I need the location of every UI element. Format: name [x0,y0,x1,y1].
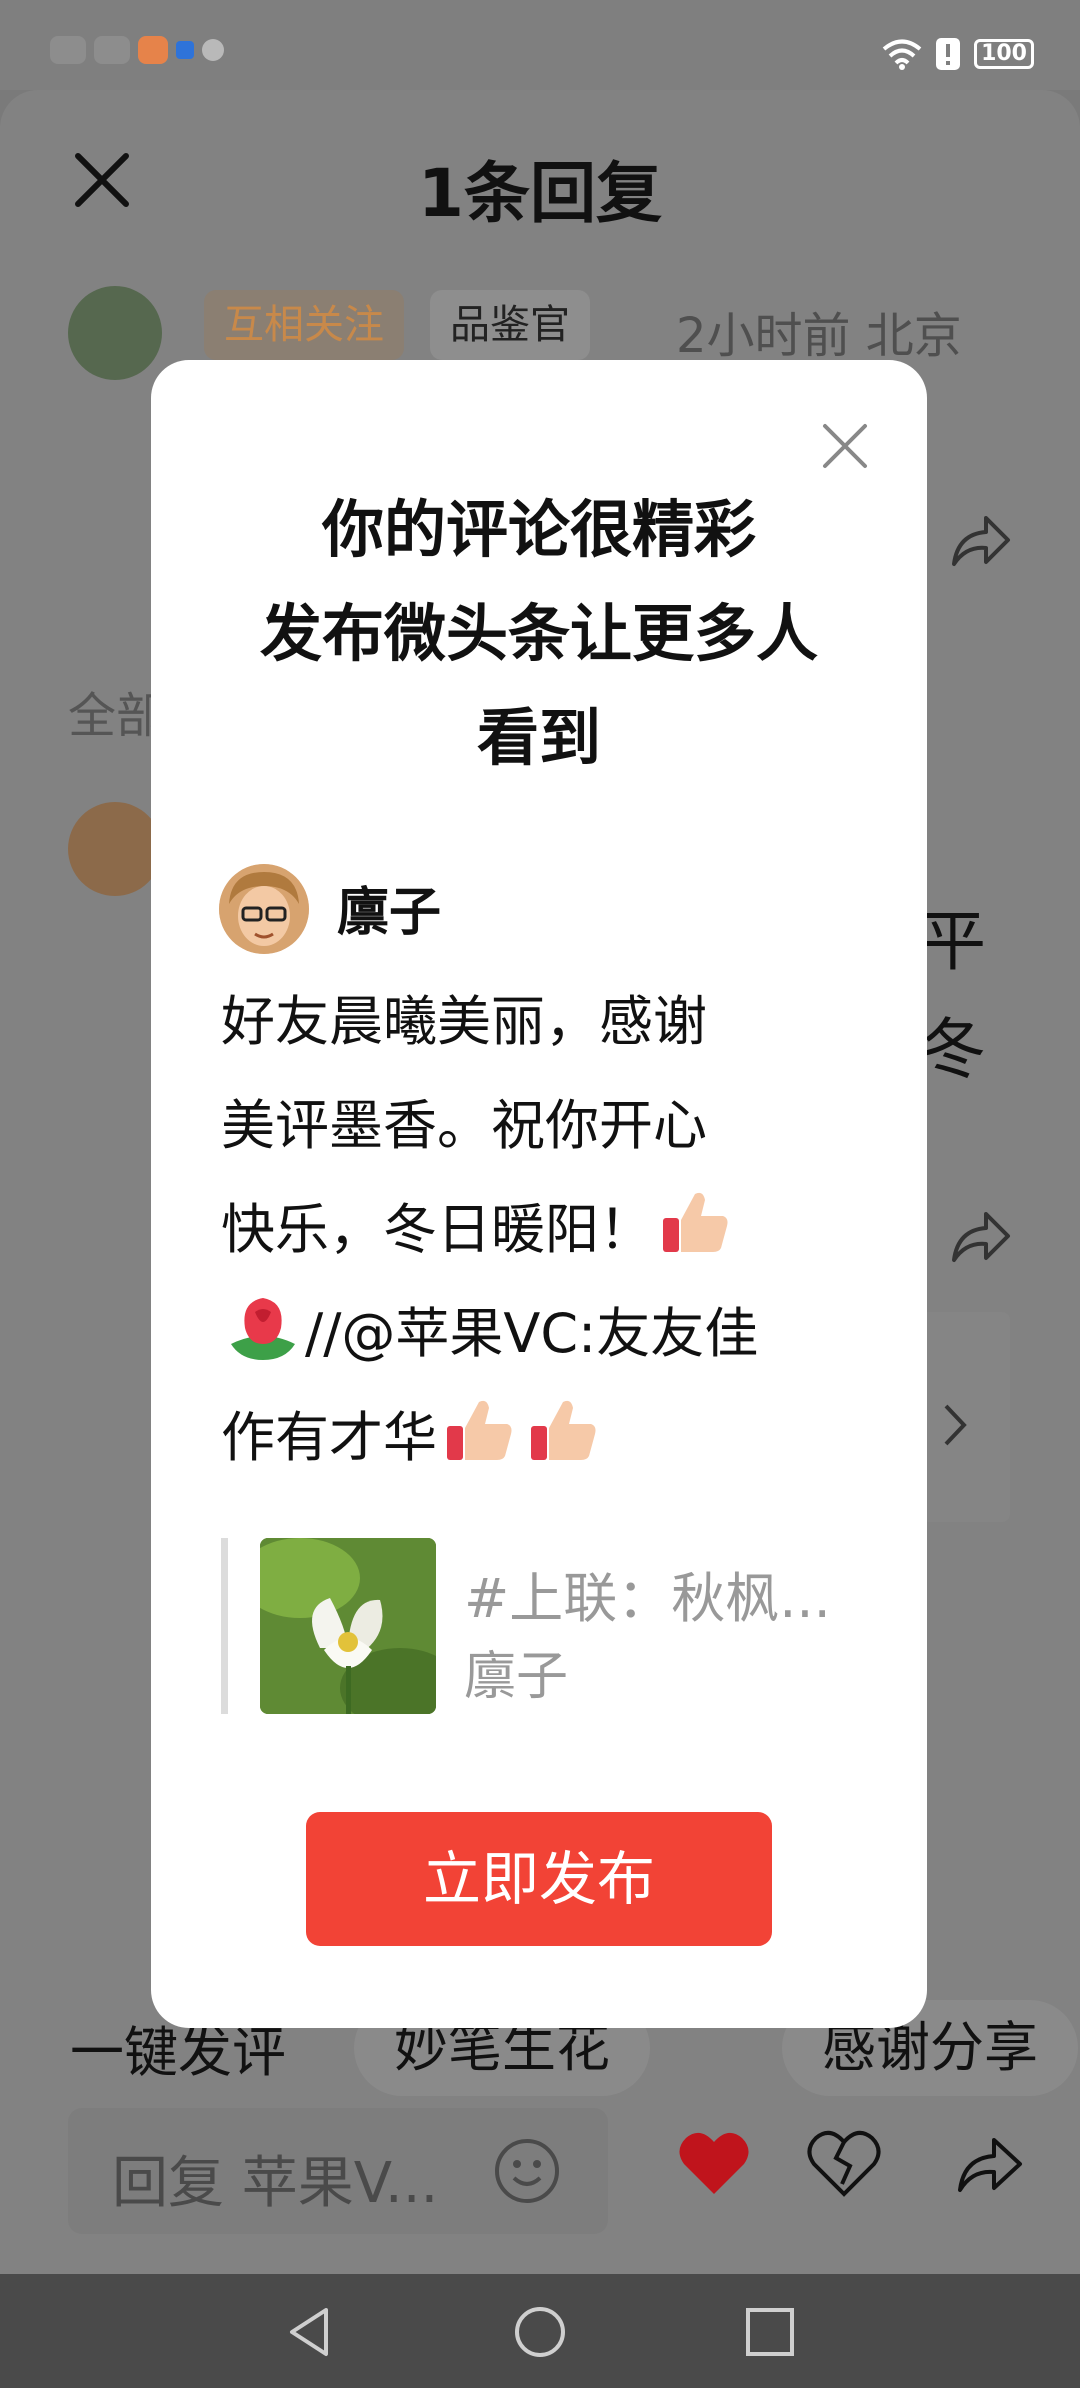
title-line: 看到 [476,701,601,774]
system-navigation-bar [0,2274,1080,2388]
post-text: //@苹果VC:友友佳 [305,1302,759,1365]
quoted-title: #上联：秋枫... [464,1567,831,1630]
recent-apps-icon[interactable] [742,2304,798,2360]
mutual-follow-badge: 互相关注 [204,290,404,360]
post-line: 美评墨香。祝你开心 [221,1094,707,1157]
quoted-author: 廪子 [464,1647,569,1707]
reply-bar: 回复 苹果V... [0,2100,1080,2274]
notification-icon [50,36,86,64]
publish-prompt-dialog: 你的评论很精彩 发布微头条让更多人 看到 廪子 好友晨曦美丽，感谢 美评墨香。祝… [151,360,927,2028]
notification-icons [50,36,224,64]
dialog-title: 你的评论很精彩 发布微头条让更多人 看到 [151,478,927,790]
reply-input[interactable]: 回复 苹果V... [68,2108,608,2234]
post-text: 作有才华 [221,1406,437,1469]
comment-fragment: 冬 [920,1011,986,1088]
post-line: 作有才华 [221,1386,841,1490]
all-comments-label: 全部 [68,688,165,744]
thumbs-up-icon [447,1400,512,1460]
post-meta: 2小时前 北京 [676,308,962,364]
rose-icon [231,1298,295,1360]
home-icon[interactable] [512,2304,568,2360]
avatar-portrait [219,864,309,954]
title-line: 你的评论很精彩 [321,493,756,566]
alert-icon [936,38,961,70]
lotus-image [260,1538,436,1714]
expert-badge: 品鉴官 [430,290,590,360]
heart-icon[interactable] [676,2128,752,2198]
notification-icon [94,36,130,64]
app-notification-icon [138,36,168,64]
page-title: 1条回复 [418,155,662,232]
author-name: 廪子 [337,883,442,943]
chevron-right-icon [944,1404,967,1446]
close-icon[interactable] [819,420,871,472]
comment-fragment: 平 [920,903,986,980]
avatar [219,864,309,954]
reply-placeholder: 回复 苹果V... [112,2151,439,2216]
back-icon[interactable] [282,2304,338,2360]
avatar[interactable] [68,802,162,896]
share-icon[interactable] [950,2128,1026,2198]
quoted-post[interactable]: #上联：秋枫... 廪子 [221,1538,841,1714]
app-notification-icon [202,39,224,61]
status-bar: 100 [0,0,1080,90]
smile-icon[interactable] [492,2136,562,2206]
lotus-thumbnail [260,1538,436,1714]
share-icon[interactable] [944,1202,1014,1272]
share-icon[interactable] [944,506,1014,576]
post-line: 快乐，冬日暖阳！ [221,1178,841,1282]
post-text: 快乐，冬日暖阳！ [221,1198,653,1261]
wifi-icon [882,39,922,70]
battery-indicator: 100 [974,39,1034,69]
app-notification-icon [176,41,194,59]
post-content: 好友晨曦美丽，感谢 美评墨香。祝你开心 快乐，冬日暖阳！ //@苹果VC:友友佳… [221,970,841,1490]
post-line: //@苹果VC:友友佳 [221,1282,841,1386]
title-line: 发布微头条让更多人 [259,597,818,670]
thumbs-up-icon [531,1400,596,1460]
avatar[interactable] [68,286,162,380]
thumbs-up-icon [663,1192,728,1252]
publish-now-button[interactable]: 立即发布 [306,1812,772,1946]
broken-heart-icon[interactable] [806,2128,882,2198]
system-status: 100 [882,38,1034,70]
post-line: 好友晨曦美丽，感谢 [221,990,707,1053]
